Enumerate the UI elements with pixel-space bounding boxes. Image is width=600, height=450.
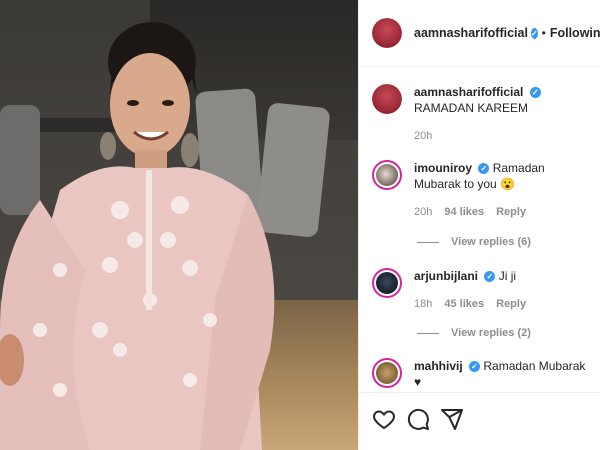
- verified-badge-icon: ✓: [478, 163, 490, 175]
- avatar[interactable]: [372, 358, 402, 388]
- comment-username[interactable]: mahhivij: [414, 359, 463, 373]
- view-replies-label: View replies (2): [451, 327, 531, 339]
- comment-icon[interactable]: [406, 407, 430, 431]
- view-replies-button[interactable]: View replies (2): [417, 327, 531, 339]
- post-header: aamnasharifofficial ✓ • Following: [359, 0, 600, 67]
- share-icon[interactable]: [440, 407, 464, 431]
- action-bar: [359, 392, 600, 450]
- comment-timestamp[interactable]: 18h: [414, 296, 432, 312]
- comment: imouniroy ✓ Ramadan Mubarak to you 😮 20h…: [372, 160, 598, 220]
- separator: •: [541, 26, 546, 40]
- caption-text: RAMADAN KAREEM: [414, 101, 529, 115]
- avatar[interactable]: [372, 160, 402, 190]
- reply-button[interactable]: Reply: [496, 204, 526, 220]
- comment-likes[interactable]: 45 likes: [444, 296, 484, 312]
- woman-figure: [0, 22, 275, 450]
- verified-badge-icon: ✓: [530, 27, 538, 39]
- caption-username[interactable]: aamnasharifofficial: [414, 85, 523, 99]
- caption-timestamp[interactable]: 20h: [414, 128, 432, 144]
- verified-badge-icon: ✓: [484, 271, 496, 283]
- divider: [417, 241, 439, 243]
- post-photo[interactable]: [0, 0, 358, 450]
- comment: mahhivij ✓ Ramadan Mubarak ♥: [372, 358, 598, 390]
- post-side-panel: aamnasharifofficial ✓ • Following aamnas…: [358, 0, 600, 450]
- comment-timestamp[interactable]: 20h: [414, 204, 432, 220]
- caption: aamnasharifofficial ✓ RAMADAN KAREEM 20h: [372, 84, 598, 144]
- avatar[interactable]: [372, 268, 402, 298]
- verified-badge-icon: ✓: [469, 361, 481, 373]
- comment-text: Ji ji: [498, 269, 517, 283]
- avatar[interactable]: [372, 18, 402, 48]
- post-username[interactable]: aamnasharifofficial: [414, 26, 528, 40]
- verified-badge-icon: ✓: [529, 87, 541, 99]
- comment-likes[interactable]: 94 likes: [444, 204, 484, 220]
- comment-username[interactable]: arjunbijlani: [414, 269, 478, 283]
- reply-button[interactable]: Reply: [496, 296, 526, 312]
- view-replies-label: View replies (6): [451, 236, 531, 248]
- view-replies-button[interactable]: View replies (6): [417, 236, 531, 248]
- divider: [417, 332, 439, 334]
- comment-username[interactable]: imouniroy: [414, 161, 472, 175]
- comment: arjunbijlani ✓ Ji ji 18h 45 likes Reply: [372, 268, 598, 312]
- following-button[interactable]: Following: [550, 26, 600, 40]
- heart-icon[interactable]: [372, 407, 396, 431]
- avatar[interactable]: [372, 84, 402, 114]
